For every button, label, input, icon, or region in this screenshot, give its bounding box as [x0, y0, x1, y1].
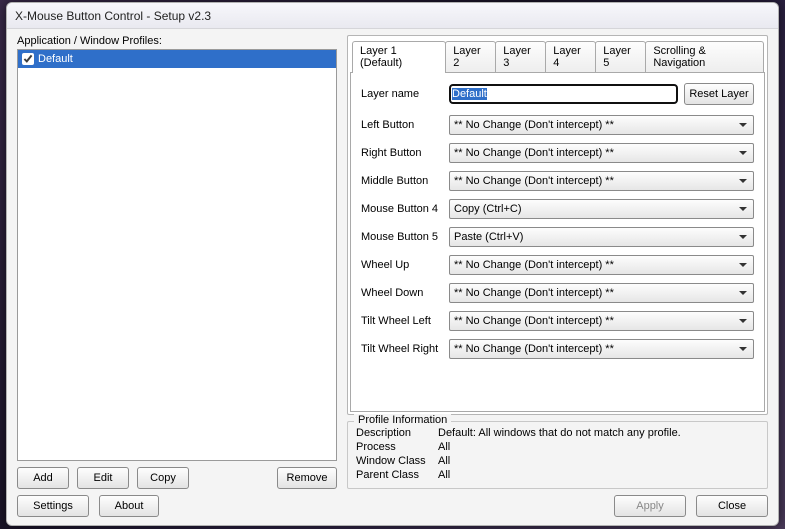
info-label: Window Class	[356, 454, 432, 468]
tab-layer1[interactable]: Layer 1 (Default)	[352, 41, 446, 73]
profile-info-fieldset: Profile Information DescriptionDefault: …	[347, 421, 768, 489]
profiles-label: Application / Window Profiles:	[17, 35, 337, 47]
binding-combo[interactable]: ** No Change (Don't intercept) **	[449, 115, 754, 135]
copy-button[interactable]: Copy	[137, 467, 189, 489]
settings-button[interactable]: Settings	[17, 495, 89, 517]
binding-combo[interactable]: ** No Change (Don't intercept) **	[449, 171, 754, 191]
layer-panel: Layer 1 (Default) Layer 2 Layer 3 Layer …	[347, 35, 768, 415]
edit-button[interactable]: Edit	[77, 467, 129, 489]
tab-layer2[interactable]: Layer 2	[445, 41, 496, 73]
app-window: X-Mouse Button Control - Setup v2.3 Appl…	[6, 2, 779, 526]
layer-name-label: Layer name	[361, 88, 443, 100]
remove-button[interactable]: Remove	[277, 467, 337, 489]
binding-label: Wheel Down	[361, 287, 443, 299]
profile-item-label: Default	[38, 53, 73, 65]
info-value: All	[438, 440, 450, 454]
binding-combo[interactable]: ** No Change (Don't intercept) **	[449, 339, 754, 359]
tab-layer5[interactable]: Layer 5	[595, 41, 646, 73]
binding-row: Wheel Down ** No Change (Don't intercept)…	[361, 283, 754, 303]
binding-rows: Left Button ** No Change (Don't intercept…	[361, 115, 754, 359]
layer-name-input[interactable]	[449, 84, 678, 104]
binding-label: Right Button	[361, 147, 443, 159]
apply-button[interactable]: Apply	[614, 495, 686, 517]
binding-label: Mouse Button 5	[361, 231, 443, 243]
info-row: Window Class All	[356, 454, 759, 468]
content-area: Application / Window Profiles: Default A…	[7, 29, 778, 525]
footer: Settings About Apply Close	[17, 495, 768, 517]
profile-item-default[interactable]: Default	[18, 50, 336, 68]
binding-row: Tilt Wheel Left ** No Change (Don't inter…	[361, 311, 754, 331]
reset-layer-button[interactable]: Reset Layer	[684, 83, 754, 105]
binding-row: Right Button ** No Change (Don't intercep…	[361, 143, 754, 163]
profile-info-legend: Profile Information	[354, 414, 451, 426]
close-button[interactable]: Close	[696, 495, 768, 517]
info-value: Default: All windows that do not match a…	[438, 426, 681, 440]
tab-layer3[interactable]: Layer 3	[495, 41, 546, 73]
binding-label: Tilt Wheel Left	[361, 315, 443, 327]
spacer	[197, 467, 269, 489]
tab-scrolling[interactable]: Scrolling & Navigation	[645, 41, 764, 73]
info-row: Process All	[356, 440, 759, 454]
tab-layer4[interactable]: Layer 4	[545, 41, 596, 73]
binding-label: Middle Button	[361, 175, 443, 187]
upper-area: Application / Window Profiles: Default A…	[17, 35, 768, 489]
add-button[interactable]: Add	[17, 467, 69, 489]
binding-combo[interactable]: ** No Change (Don't intercept) **	[449, 283, 754, 303]
profiles-list[interactable]: Default	[17, 49, 337, 461]
profile-checkbox[interactable]	[22, 53, 34, 65]
info-label: Parent Class	[356, 468, 432, 482]
binding-row: Mouse Button 4 Copy (Ctrl+C)	[361, 199, 754, 219]
binding-row: Middle Button ** No Change (Don't interce…	[361, 171, 754, 191]
info-value: All	[438, 454, 450, 468]
binding-label: Mouse Button 4	[361, 203, 443, 215]
binding-label: Left Button	[361, 119, 443, 131]
left-pane: Application / Window Profiles: Default A…	[17, 35, 337, 489]
binding-combo[interactable]: ** No Change (Don't intercept) **	[449, 255, 754, 275]
tabs-row: Layer 1 (Default) Layer 2 Layer 3 Layer …	[350, 38, 765, 72]
about-button[interactable]: About	[99, 495, 159, 517]
binding-row: Wheel Up ** No Change (Don't intercept) *…	[361, 255, 754, 275]
binding-row: Mouse Button 5 Paste (Ctrl+V)	[361, 227, 754, 247]
binding-combo[interactable]: Copy (Ctrl+C)	[449, 199, 754, 219]
binding-combo[interactable]: ** No Change (Don't intercept) **	[449, 143, 754, 163]
binding-row: Tilt Wheel Right ** No Change (Don't inte…	[361, 339, 754, 359]
binding-label: Tilt Wheel Right	[361, 343, 443, 355]
binding-row: Left Button ** No Change (Don't intercept…	[361, 115, 754, 135]
info-row: Parent Class All	[356, 468, 759, 482]
profile-info-rows: Description Default: All windows that do …	[356, 426, 759, 482]
binding-combo[interactable]: Paste (Ctrl+V)	[449, 227, 754, 247]
layer-name-row: Layer name Reset Layer	[361, 83, 754, 105]
binding-combo[interactable]: ** No Change (Don't intercept) **	[449, 311, 754, 331]
tab-body: Layer name Reset Layer Left Button ** No …	[350, 72, 765, 412]
info-label: Process	[356, 440, 432, 454]
info-label: Description	[356, 426, 432, 440]
window-title: X-Mouse Button Control - Setup v2.3	[15, 9, 211, 23]
profile-buttons: Add Edit Copy Remove	[17, 467, 337, 489]
titlebar[interactable]: X-Mouse Button Control - Setup v2.3	[7, 3, 778, 29]
info-value: All	[438, 468, 450, 482]
right-side: Layer 1 (Default) Layer 2 Layer 3 Layer …	[347, 35, 768, 489]
binding-label: Wheel Up	[361, 259, 443, 271]
info-row: Description Default: All windows that do …	[356, 426, 759, 440]
